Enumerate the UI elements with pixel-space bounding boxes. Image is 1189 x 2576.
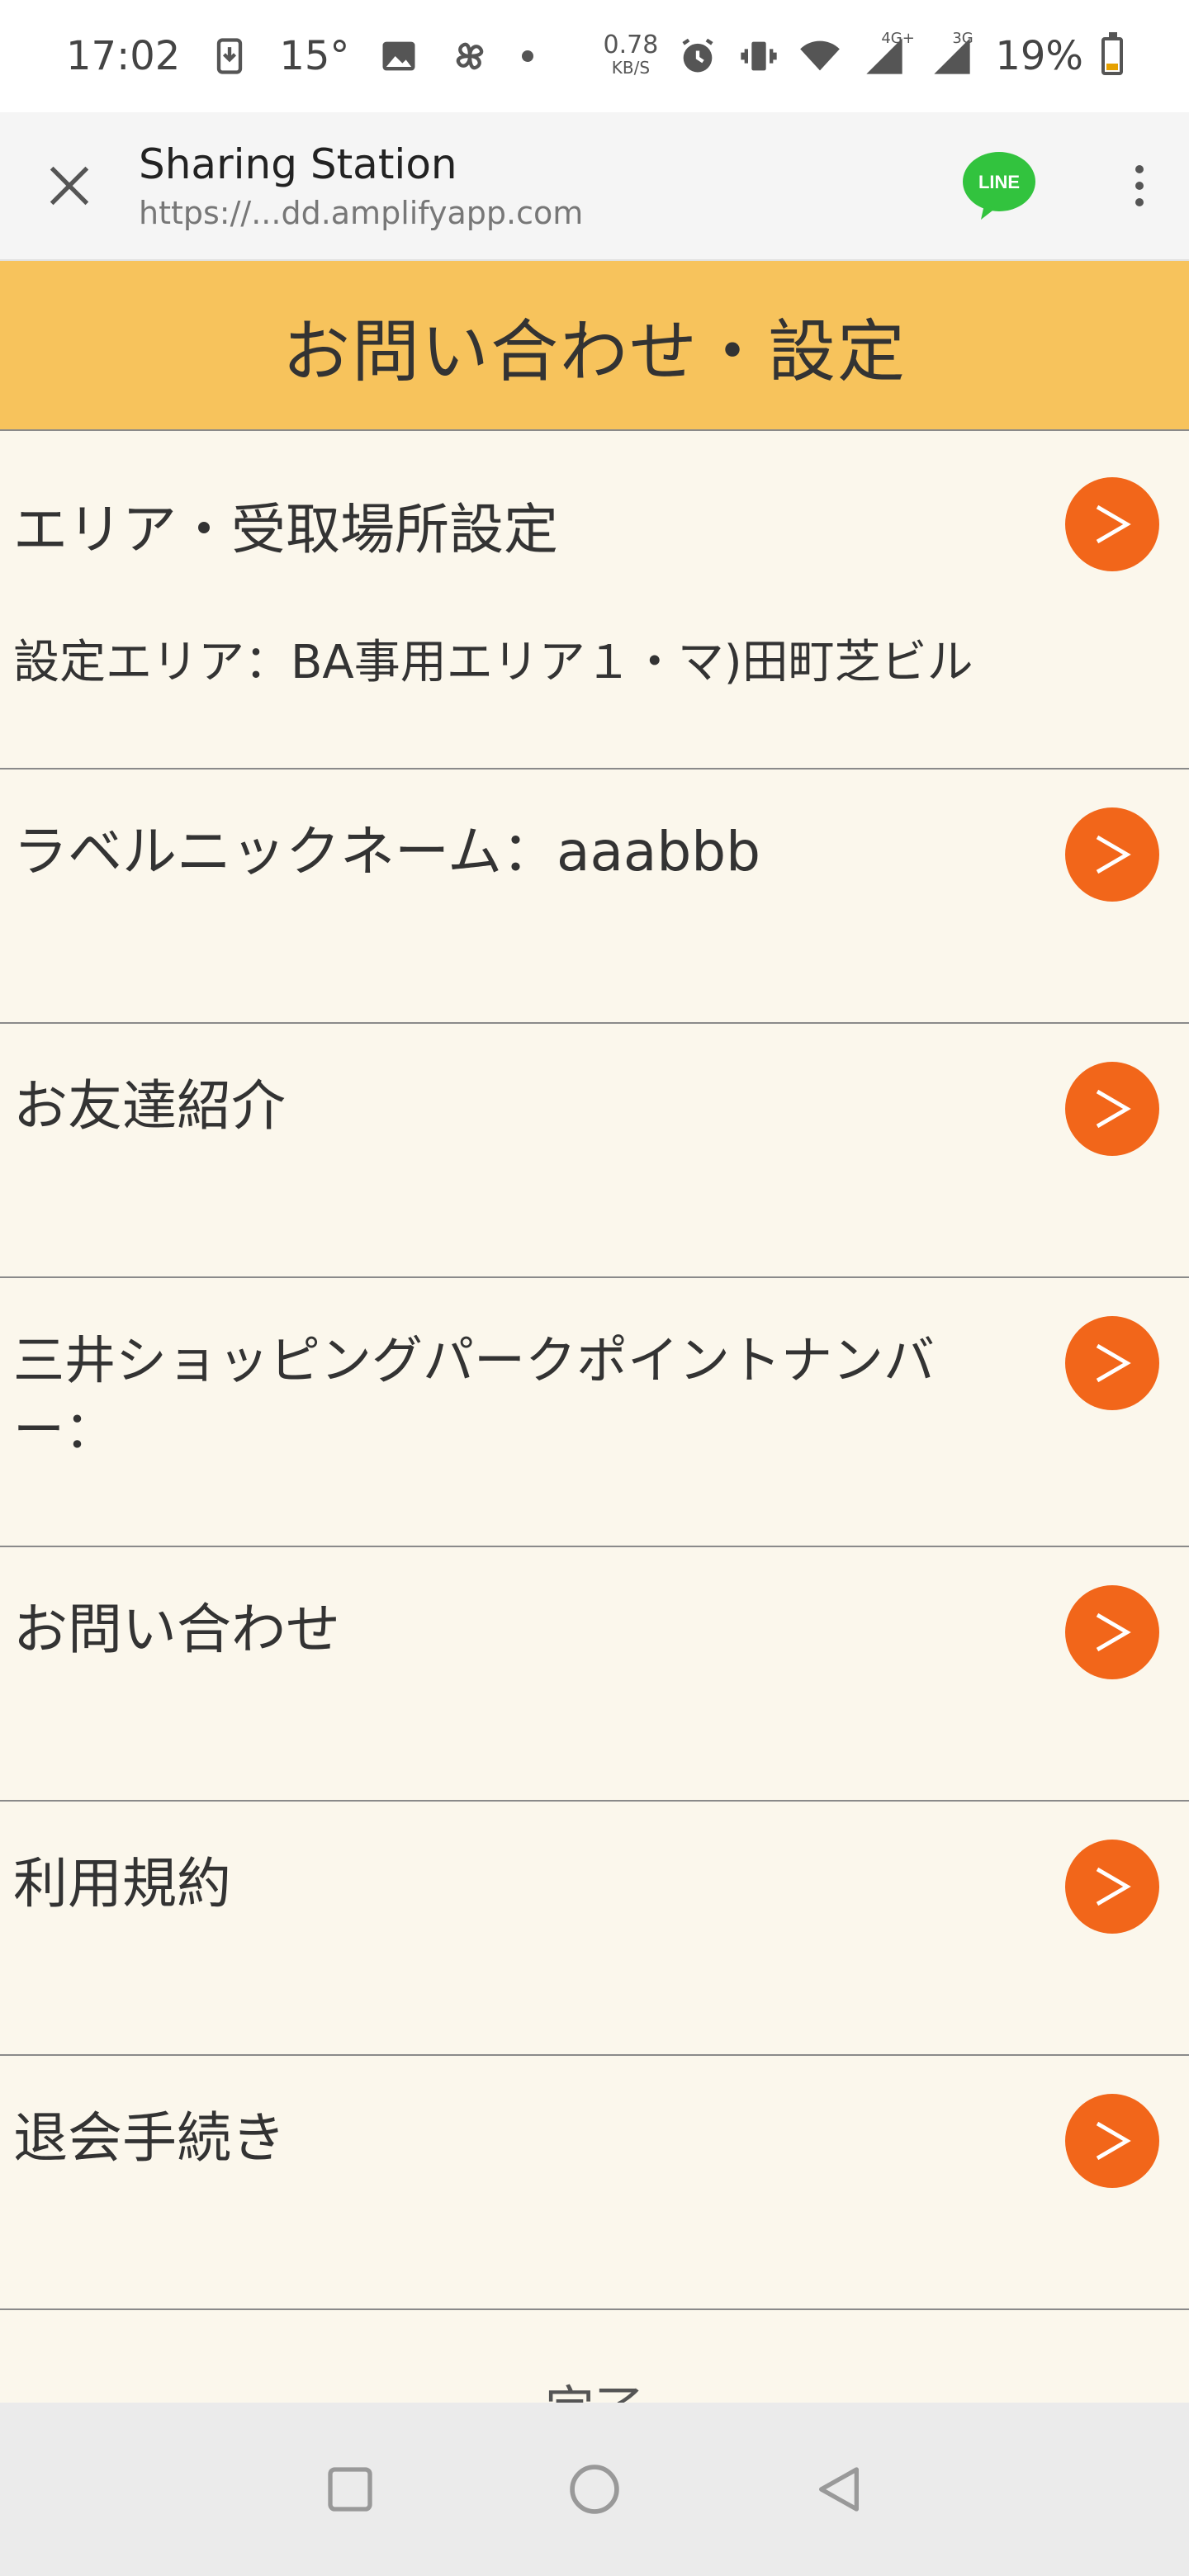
status-time: 17:02 (66, 33, 181, 79)
arrow-button[interactable] (1065, 2094, 1159, 2188)
settings-item-point-number[interactable]: 三井ショッピングパークポイントナンバ ー： (0, 1278, 1189, 1547)
status-temperature: 15° (279, 33, 350, 79)
chevron-right-icon (1096, 835, 1131, 874)
browser-toolbar: Sharing Station https://...dd.amplifyapp… (0, 112, 1189, 261)
chevron-right-icon (1096, 504, 1131, 544)
more-vert-icon (1135, 157, 1144, 215)
settings-item-nickname[interactable]: ラベルニックネーム：aaabbb (0, 769, 1189, 1024)
battery-icon (1101, 32, 1123, 75)
done-button-partial[interactable]: 完了 (0, 2312, 1189, 2403)
arrow-button[interactable] (1065, 1840, 1159, 1934)
settings-item-friend[interactable]: お友達紹介 (0, 1024, 1189, 1278)
pinwheel-icon (457, 42, 484, 70)
svg-text:LINE: LINE (978, 172, 1020, 192)
image-icon (382, 41, 415, 71)
network-speed: 0.78 KB/S (603, 30, 659, 78)
more-menu-button[interactable] (1090, 111, 1189, 260)
chevron-right-icon (1096, 1343, 1131, 1383)
chevron-right-icon (1096, 1867, 1131, 1906)
settings-item-contact[interactable]: お問い合わせ (0, 1547, 1189, 1802)
back-button[interactable] (798, 2448, 880, 2531)
chevron-right-icon (1096, 1089, 1131, 1129)
settings-item-label: エリア・受取場所設定 (13, 498, 558, 561)
line-icon: LINE (963, 152, 1035, 220)
settings-item-label: 三井ショッピングパークポイントナンバ (13, 1330, 936, 1390)
alarm-icon (682, 38, 713, 73)
triangle-back-icon (819, 2467, 859, 2512)
signal-4g-icon: 4G+ (860, 30, 915, 78)
square-icon (328, 2467, 372, 2512)
download-icon (217, 38, 243, 74)
line-share-button[interactable]: LINE (958, 144, 1040, 227)
chevron-right-icon (1096, 1612, 1131, 1652)
settings-item-value: 設定エリア：BA事用エリア１・マ)田町芝ビル (13, 636, 973, 689)
page-title: お問い合わせ・設定 (0, 261, 1189, 431)
battery-percent: 19% (995, 33, 1083, 79)
dot-icon (522, 50, 534, 62)
arrow-button[interactable] (1065, 1316, 1159, 1410)
close-icon (50, 166, 89, 206)
browser-url: https://...dd.amplifyapp.com (139, 195, 584, 231)
chevron-right-icon (1096, 2121, 1131, 2161)
status-bar: 17:02 15° 0.78 KB/S 4G+ 3G 19% (0, 0, 1189, 112)
settings-list: エリア・受取場所設定 設定エリア：BA事用エリア１・マ)田町芝ビル ラベルニック… (0, 431, 1189, 2310)
circle-icon (570, 2465, 619, 2514)
settings-item-label: 退会手続き (13, 2106, 286, 2170)
arrow-button[interactable] (1065, 807, 1159, 902)
settings-item-label-cont: ー： (13, 1399, 116, 1460)
signal-3g-icon: 3G (927, 30, 977, 78)
home-button[interactable] (553, 2448, 636, 2531)
system-nav-bar (0, 2403, 1189, 2576)
settings-item-terms[interactable]: 利用規約 (0, 1802, 1189, 2056)
wifi-icon (800, 40, 841, 71)
close-button[interactable] (0, 111, 139, 260)
browser-page-title: Sharing Station (139, 140, 457, 188)
settings-item-label: お友達紹介 (13, 1074, 286, 1138)
arrow-button[interactable] (1065, 1585, 1159, 1679)
arrow-button[interactable] (1065, 1062, 1159, 1156)
settings-item-label: 利用規約 (13, 1852, 231, 1915)
vibrate-icon (741, 41, 777, 71)
arrow-button[interactable] (1065, 477, 1159, 571)
recents-button[interactable] (309, 2448, 391, 2531)
settings-item-withdraw[interactable]: 退会手続き (0, 2056, 1189, 2310)
settings-item-label: お問い合わせ (13, 1598, 340, 1661)
settings-item-area[interactable]: エリア・受取場所設定 設定エリア：BA事用エリア１・マ)田町芝ビル (0, 431, 1189, 769)
settings-item-label: ラベルニックネーム：aaabbb (13, 820, 761, 883)
